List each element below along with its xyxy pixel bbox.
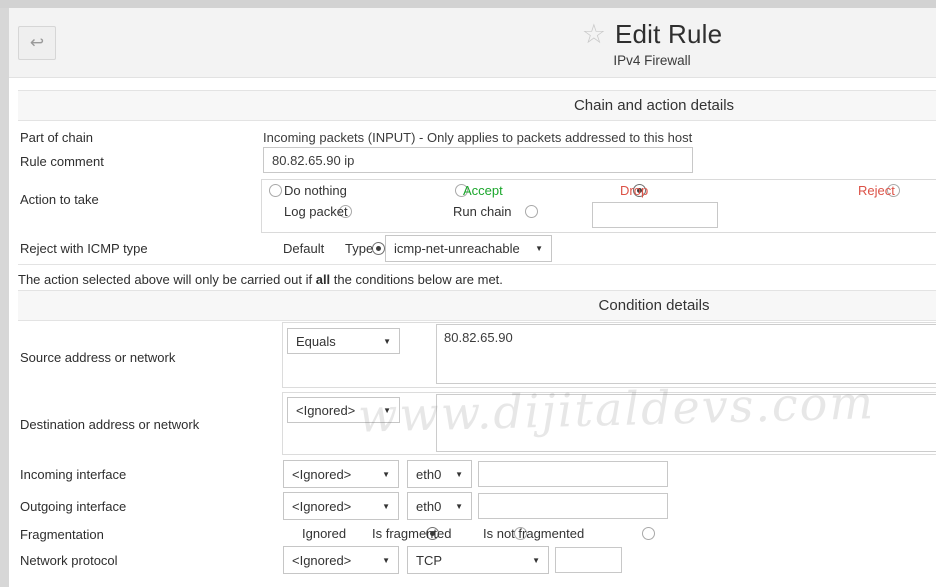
icmp-type-select[interactable]: icmp-net-unreachable ▼ — [385, 235, 552, 262]
back-button[interactable]: ↩ — [18, 26, 56, 60]
action-to-take-label: Action to take — [20, 192, 99, 207]
source-address-label: Source address or network — [20, 350, 175, 365]
chevron-down-icon: ▼ — [455, 470, 463, 479]
outgoing-device-value: eth0 — [416, 499, 441, 514]
protocol-other-input[interactable] — [555, 547, 622, 573]
incoming-device-value: eth0 — [416, 467, 441, 482]
part-of-chain-label: Part of chain — [20, 130, 93, 145]
protocol-value: TCP — [416, 553, 442, 568]
star-icon[interactable]: ☆ — [582, 21, 606, 48]
chevron-down-icon: ▼ — [535, 244, 543, 253]
outgoing-match-value: <Ignored> — [292, 499, 351, 514]
radio-do-nothing[interactable] — [269, 184, 282, 197]
rule-comment-label: Rule comment — [20, 154, 104, 169]
protocol-match-value: <Ignored> — [292, 553, 351, 568]
fragmentation-label: Fragmentation — [20, 527, 104, 542]
icmp-type-select-value: icmp-net-unreachable — [394, 241, 520, 256]
run-chain-input[interactable] — [592, 202, 718, 228]
incoming-interface-label: Incoming interface — [20, 467, 126, 482]
reject-label: Reject — [858, 183, 895, 198]
radio-frag-not[interactable] — [642, 527, 655, 540]
chevron-down-icon: ▼ — [455, 502, 463, 511]
do-nothing-label: Do nothing — [284, 183, 347, 198]
network-protocol-label: Network protocol — [20, 553, 118, 568]
source-address-textarea[interactable]: 80.82.65.90 — [436, 324, 936, 384]
drop-label: Drop — [620, 183, 648, 198]
source-match-select[interactable]: Equals ▼ — [287, 328, 400, 354]
chevron-down-icon: ▼ — [382, 470, 390, 479]
frag-ignored-label: Ignored — [302, 526, 346, 541]
chevron-down-icon: ▼ — [382, 556, 390, 565]
chevron-down-icon: ▼ — [532, 556, 540, 565]
conditions-note: The action selected above will only be c… — [18, 272, 503, 287]
icmp-type-label: Type — [345, 241, 373, 256]
reject-icmp-label: Reject with ICMP type — [20, 241, 148, 256]
incoming-match-select[interactable]: <Ignored> ▼ — [283, 460, 399, 488]
incoming-device-select[interactable]: eth0 ▼ — [407, 460, 472, 488]
page-title: Edit Rule — [615, 19, 722, 50]
rule-comment-input[interactable] — [263, 147, 693, 173]
incoming-match-value: <Ignored> — [292, 467, 351, 482]
radio-icmp-default[interactable] — [372, 242, 385, 255]
protocol-match-select[interactable]: <Ignored> ▼ — [283, 546, 399, 574]
window-top-strip — [0, 0, 936, 8]
icmp-default-label: Default — [283, 241, 324, 256]
chevron-down-icon: ▼ — [383, 406, 391, 415]
accept-label: Accept — [463, 183, 503, 198]
destination-address-label: Destination address or network — [20, 417, 199, 432]
frag-is-label: Is fragmented — [372, 526, 452, 541]
condition-section-header: Condition details — [18, 290, 936, 321]
outgoing-match-select[interactable]: <Ignored> ▼ — [283, 492, 399, 520]
log-packet-label: Log packet — [284, 204, 348, 219]
destination-match-value: <Ignored> — [296, 403, 355, 418]
frag-not-label: Is not fragmented — [483, 526, 584, 541]
destination-match-select[interactable]: <Ignored> ▼ — [287, 397, 400, 423]
part-of-chain-value: Incoming packets (INPUT) - Only applies … — [263, 130, 692, 145]
back-arrow-icon: ↩ — [30, 33, 44, 53]
destination-address-textarea[interactable] — [436, 394, 936, 452]
run-chain-label: Run chain — [453, 204, 512, 219]
page-subtitle: IPv4 Firewall — [613, 53, 690, 68]
chain-section-header: Chain and action details — [18, 90, 936, 121]
incoming-other-input[interactable] — [478, 461, 668, 487]
page-subtitle-row: IPv4 Firewall — [352, 52, 936, 70]
page-title-row: ☆ Edit Rule — [352, 19, 936, 50]
protocol-select[interactable]: TCP ▼ — [407, 546, 549, 574]
source-match-value: Equals — [296, 334, 336, 349]
chevron-down-icon: ▼ — [383, 337, 391, 346]
outgoing-other-input[interactable] — [478, 493, 668, 519]
outgoing-device-select[interactable]: eth0 ▼ — [407, 492, 472, 520]
outgoing-interface-label: Outgoing interface — [20, 499, 126, 514]
page-left-gutter — [0, 8, 9, 587]
chevron-down-icon: ▼ — [382, 502, 390, 511]
